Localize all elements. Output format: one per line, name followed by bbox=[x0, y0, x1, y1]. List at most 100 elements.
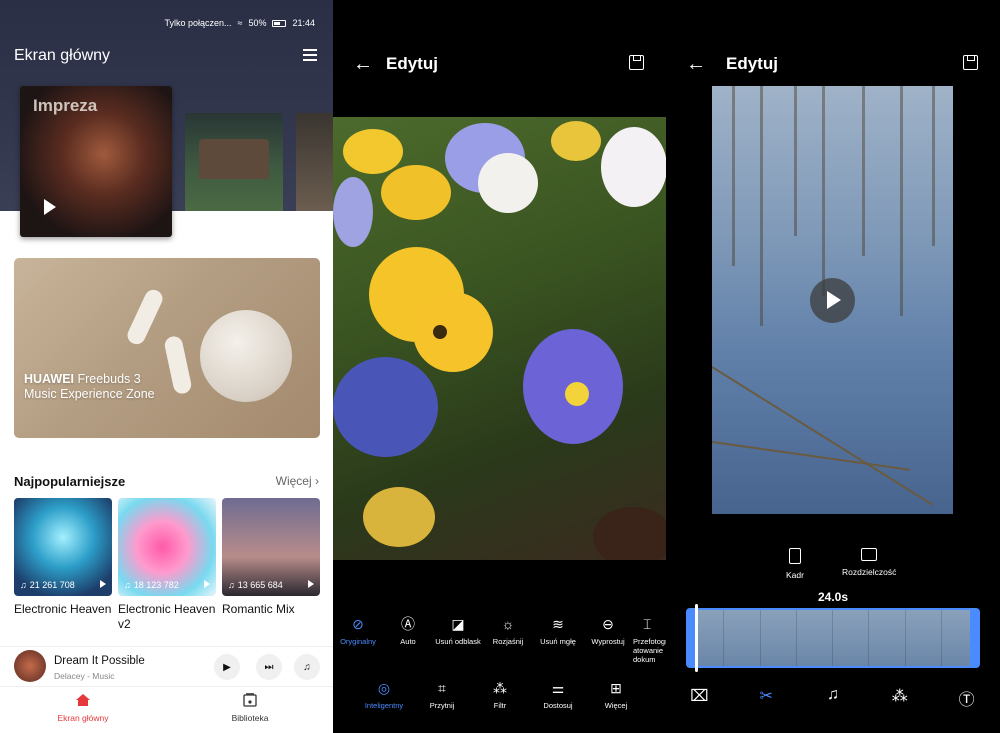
adjust-icon: ⚌ bbox=[551, 680, 565, 696]
more-icon: ⊞ bbox=[610, 680, 622, 696]
featured-label: Impreza bbox=[33, 96, 98, 115]
back-arrow-icon[interactable]: ← bbox=[686, 54, 706, 74]
tool-original[interactable]: ⊘ Oryginalny bbox=[333, 616, 383, 664]
tool-deglare[interactable]: ◪ Usuń odblask bbox=[433, 616, 483, 664]
library-icon bbox=[243, 693, 257, 707]
save-icon[interactable] bbox=[963, 55, 978, 70]
headphones-icon: ♫ bbox=[124, 580, 131, 590]
page-title: Ekran główny bbox=[14, 47, 111, 64]
crop-icon: ⌗ bbox=[438, 680, 446, 696]
nav-library[interactable]: Biblioteka bbox=[190, 693, 310, 723]
play-count: ♫ 18 123 782 bbox=[124, 580, 179, 590]
tab-adjust[interactable]: ⚌ Dostosuj bbox=[529, 680, 587, 710]
scissors-icon[interactable]: ✂ bbox=[751, 686, 781, 710]
tools-row-1: ⊘ Oryginalny Ⓐ Auto ◪ Usuń odblask ☼ Rozjaśn… bbox=[333, 616, 666, 664]
song-title: Dream It Possible bbox=[54, 655, 145, 667]
play-icon[interactable] bbox=[204, 580, 210, 588]
playlist-card[interactable]: ♫ 21 261 708 Electronic Heaven bbox=[14, 498, 112, 617]
duration-label: 24.0s bbox=[817, 590, 849, 604]
header: ← Edytuj bbox=[333, 52, 666, 76]
nav-home[interactable]: Ekran główny bbox=[23, 693, 143, 723]
section-title: Najpopularniejsze bbox=[14, 474, 126, 489]
banner-brand: HUAWEI bbox=[24, 372, 74, 386]
carousel-thumbnail[interactable] bbox=[296, 113, 333, 211]
playhead[interactable] bbox=[695, 604, 698, 672]
now-playing-cover bbox=[14, 650, 46, 682]
play-icon[interactable] bbox=[44, 199, 56, 215]
wifi-icon: ≈ bbox=[237, 18, 243, 28]
play-icon[interactable] bbox=[308, 580, 314, 588]
text-icon[interactable]: Ⓣ bbox=[952, 686, 982, 710]
original-icon: ⊘ bbox=[352, 616, 364, 632]
tools-row-2: ◎ Inteligentny ⌗ Przytnij ⁂ Filtr ⚌ Dostosuj… bbox=[333, 680, 666, 710]
frame-icon bbox=[788, 548, 801, 564]
banner-line1: Freebuds 3 bbox=[77, 372, 141, 386]
playlist-queue-button[interactable]: ♫ bbox=[294, 654, 320, 680]
tool-auto[interactable]: Ⓐ Auto bbox=[383, 616, 433, 664]
photo-preview[interactable] bbox=[333, 117, 666, 560]
tool-brighten[interactable]: ☼ Rozjaśnij bbox=[483, 616, 533, 664]
page-title: Edytuj bbox=[386, 54, 438, 73]
tab-crop[interactable]: ⌗ Przytnij bbox=[413, 680, 471, 710]
music-screen: Tylko połączen... ≈ 50% 21:44 Ekran głów… bbox=[0, 0, 333, 733]
filter-icon: ⁂ bbox=[493, 680, 507, 696]
clock: 21:44 bbox=[292, 18, 315, 28]
straighten-icon: ⊖ bbox=[602, 616, 614, 632]
trim-handle-right[interactable] bbox=[970, 610, 978, 666]
earbud-image bbox=[124, 286, 166, 348]
deglare-icon: ◪ bbox=[451, 616, 465, 632]
mini-player[interactable]: Dream It Possible Delacey - Music ▶ ⏭ ♫ bbox=[0, 646, 333, 686]
battery-icon bbox=[272, 19, 287, 27]
page-title: Edytuj bbox=[726, 54, 778, 73]
next-button[interactable]: ⏭ bbox=[256, 654, 282, 680]
headphones-icon: ♫ bbox=[228, 580, 235, 590]
save-icon[interactable] bbox=[629, 55, 644, 70]
playlist-name: Electronic Heaven v2 bbox=[118, 602, 216, 631]
earbud-case-image bbox=[200, 310, 292, 402]
filter-icon[interactable]: ⁂ bbox=[885, 686, 915, 710]
document-icon: ⌶ bbox=[643, 616, 652, 632]
playlist-cover: ♫ 13 665 684 bbox=[222, 498, 320, 596]
tool-straighten[interactable]: ⊖ Wyprostuj bbox=[583, 616, 633, 664]
video-preview[interactable] bbox=[712, 86, 953, 514]
brush-icon[interactable]: ⌧ bbox=[684, 686, 714, 710]
playlist-card[interactable]: ♫ 18 123 782 Electronic Heaven v2 bbox=[118, 498, 216, 632]
brighten-icon: ☼ bbox=[501, 616, 515, 632]
tab-filter[interactable]: ⁂ Filtr bbox=[471, 680, 529, 710]
auto-icon: Ⓐ bbox=[401, 616, 415, 632]
video-edit-screen: ← Edytuj Kadr Rozdzielczość 24.0s ⌧ ✂ ♫ … bbox=[666, 0, 1000, 733]
menu-icon[interactable] bbox=[303, 49, 317, 61]
playlist-cover: ♫ 21 261 708 bbox=[14, 498, 112, 596]
banner-line2: Music Experience Zone bbox=[24, 387, 155, 401]
dehaze-icon: ≋ bbox=[552, 616, 564, 632]
music-icon[interactable]: ♫ bbox=[818, 686, 848, 710]
playlist-card[interactable]: ♫ 13 665 684 Romantic Mix bbox=[222, 498, 320, 617]
timeline-strip[interactable] bbox=[686, 608, 980, 668]
more-link[interactable]: Więcej › bbox=[276, 474, 319, 488]
featured-card[interactable]: Impreza bbox=[20, 86, 172, 237]
connection-status: Tylko połączen... bbox=[164, 18, 232, 28]
headphones-icon: ♫ bbox=[20, 580, 27, 590]
battery-percent: 50% bbox=[248, 18, 267, 28]
play-button[interactable] bbox=[810, 278, 855, 323]
tool-dehaze[interactable]: ≋ Usuń mgłę bbox=[533, 616, 583, 664]
play-icon[interactable] bbox=[100, 580, 106, 588]
promo-banner[interactable]: HUAWEI Freebuds 3 Music Experience Zone bbox=[14, 258, 320, 438]
playlist-cover: ♫ 18 123 782 bbox=[118, 498, 216, 596]
tool-document[interactable]: ⌶Przefotografuj atowanie dokum bbox=[633, 616, 666, 664]
photo-edit-screen: ← Edytuj ⊘ Oryginalny Ⓐ Auto ◪ Usuń odblask… bbox=[333, 0, 666, 733]
bottom-tabs: ⌧ ✂ ♫ ⁂ Ⓣ bbox=[666, 686, 1000, 710]
header: ← Edytuj bbox=[666, 52, 1000, 76]
resolution-icon bbox=[861, 548, 878, 561]
option-frame[interactable]: Kadr bbox=[786, 548, 804, 580]
option-resolution[interactable]: Rozdzielczość bbox=[842, 548, 896, 577]
carousel-thumbnail[interactable] bbox=[185, 113, 283, 211]
status-bar: Tylko połączen... ≈ 50% 21:44 bbox=[164, 18, 315, 28]
tab-smart[interactable]: ◎ Inteligentny bbox=[355, 680, 413, 710]
play-button[interactable]: ▶ bbox=[214, 654, 240, 680]
back-arrow-icon[interactable]: ← bbox=[353, 54, 373, 74]
tab-more[interactable]: ⊞ Więcej bbox=[587, 680, 645, 710]
banner-text: HUAWEI Freebuds 3 Music Experience Zone bbox=[24, 372, 155, 402]
bottom-navigation: Ekran główny Biblioteka bbox=[0, 686, 333, 733]
play-count: ♫ 13 665 684 bbox=[228, 580, 283, 590]
